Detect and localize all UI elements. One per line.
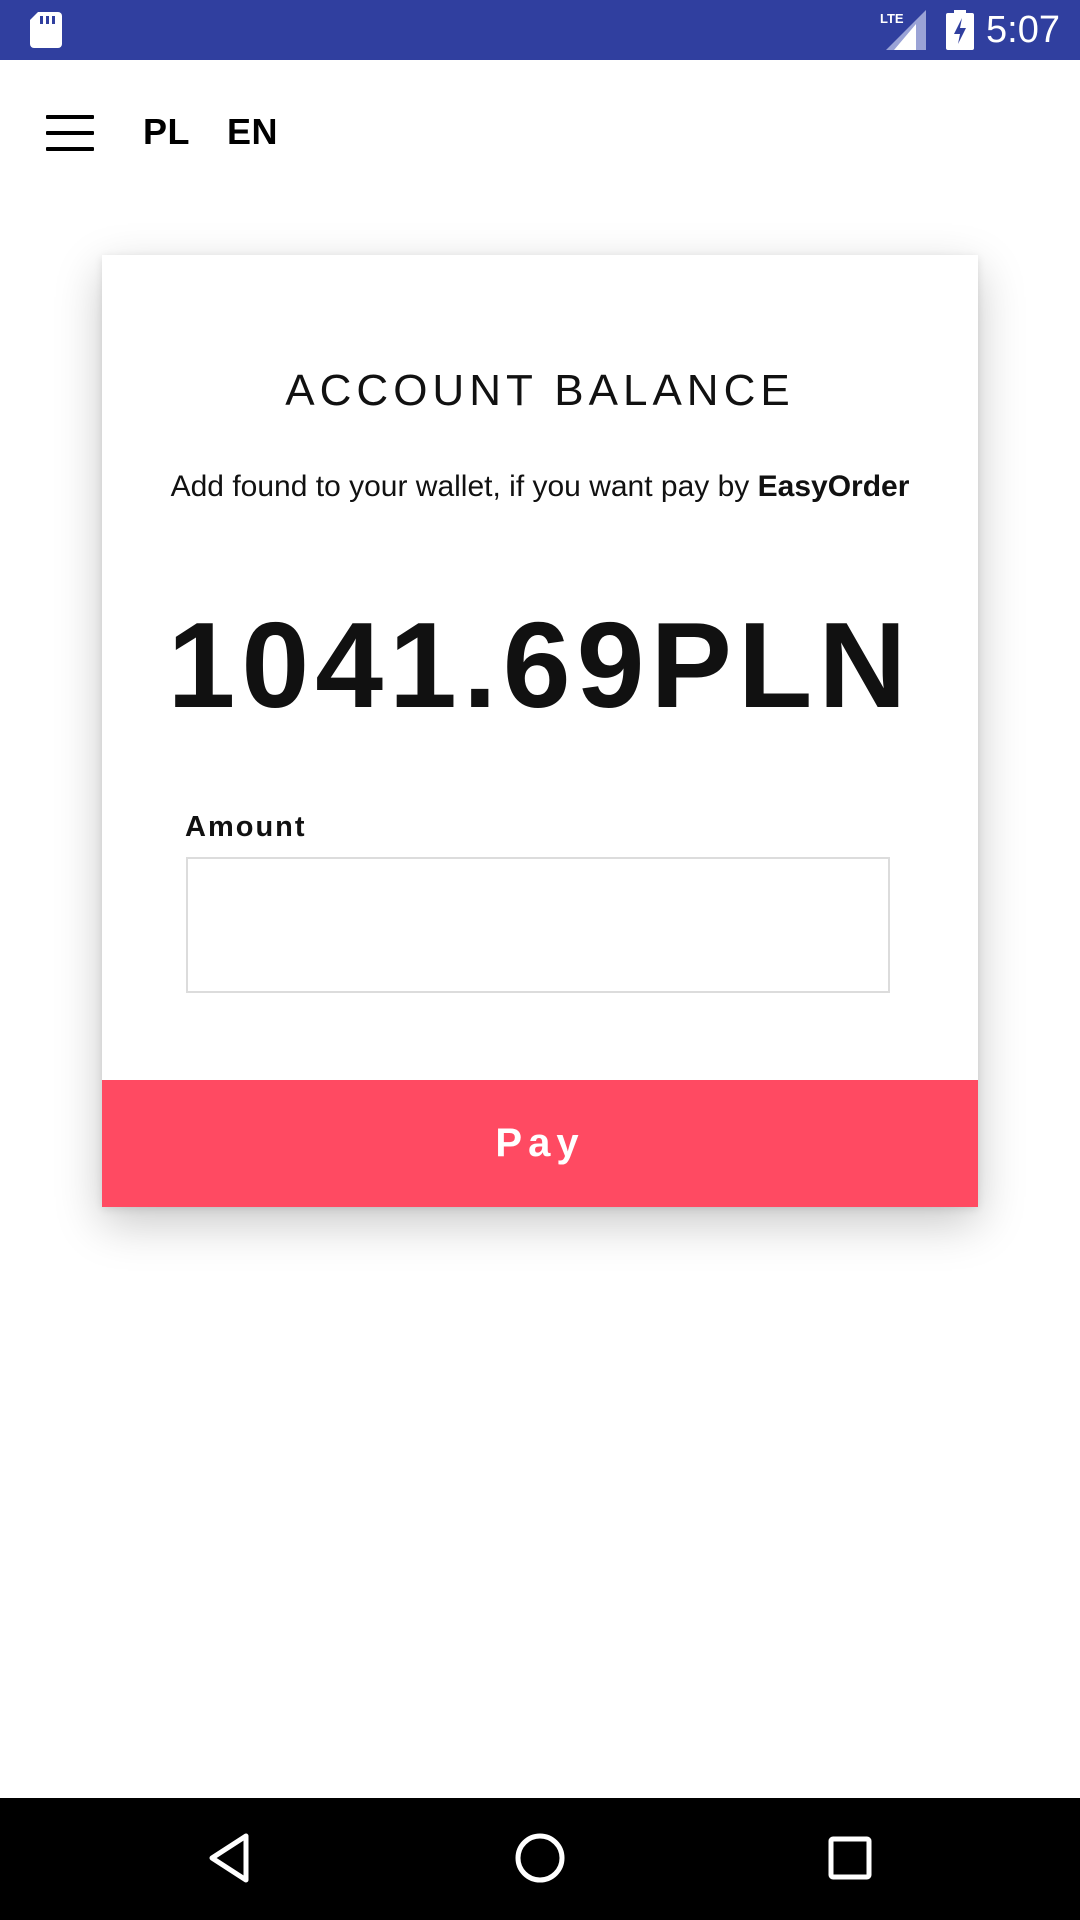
hamburger-menu-icon[interactable] <box>46 115 94 151</box>
language-pl-link[interactable]: PL <box>143 112 190 152</box>
pay-button[interactable]: Pay <box>102 1080 978 1207</box>
sd-card-icon <box>30 12 62 48</box>
card-subtitle: Add found to your wallet, if you want pa… <box>102 467 978 507</box>
language-en-link[interactable]: EN <box>227 112 278 152</box>
brand-name: EasyOrder <box>757 470 910 503</box>
battery-charging-icon <box>946 10 974 50</box>
amount-label: Amount <box>185 811 307 843</box>
status-time: 5:07 <box>986 9 1060 51</box>
card-title: ACCOUNT BALANCE <box>285 366 795 415</box>
navigation-bar <box>0 1798 1080 1920</box>
svg-text:LTE: LTE <box>880 11 904 26</box>
back-icon[interactable] <box>200 1828 260 1888</box>
account-balance-card: ACCOUNT BALANCE Add found to your wallet… <box>102 255 978 1207</box>
home-icon[interactable] <box>510 1828 570 1888</box>
recents-icon[interactable] <box>820 1828 880 1888</box>
subtitle-text: Add found to your wallet, if you want pa… <box>170 470 758 503</box>
lte-signal-icon: LTE <box>880 10 926 50</box>
top-bar: PL EN <box>0 60 1080 210</box>
balance-amount: 1041.69PLN <box>167 597 913 733</box>
status-bar: LTE 5:07 <box>0 0 1080 60</box>
amount-input[interactable] <box>186 857 890 993</box>
